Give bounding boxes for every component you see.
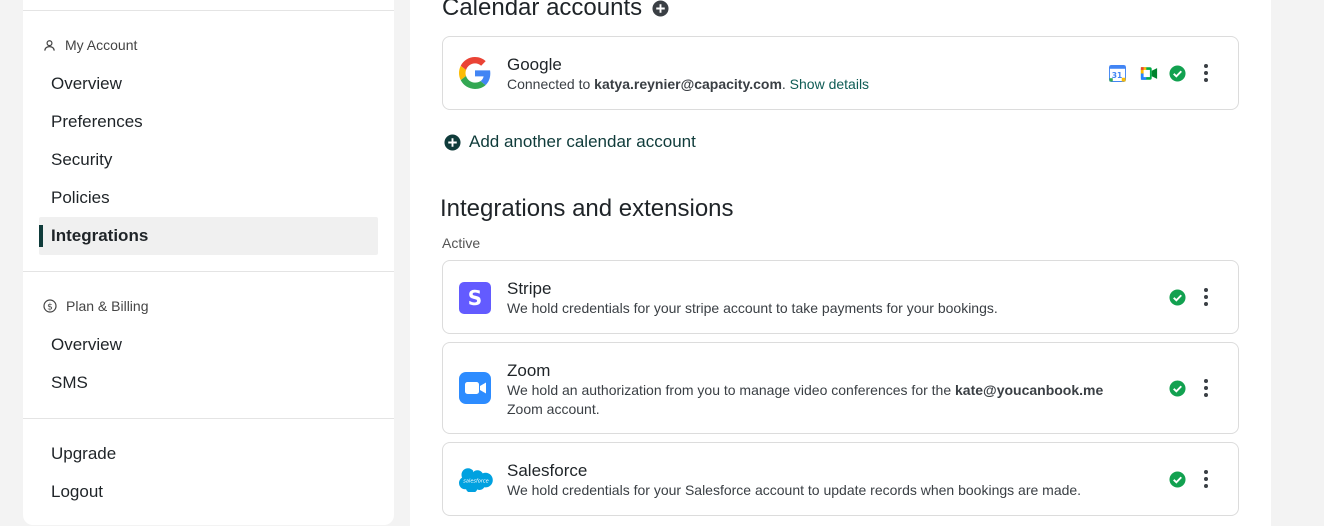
svg-text:31: 31	[1112, 71, 1123, 80]
svg-text:$: $	[47, 302, 53, 312]
more-options-icon[interactable]	[1198, 469, 1214, 489]
salesforce-logo-text: salesforce	[463, 479, 488, 485]
sidebar-item-label: Integrations	[51, 226, 149, 245]
stripe-logo-icon: S	[459, 282, 491, 314]
salesforce-name: Salesforce	[507, 461, 588, 480]
zoom-description-suffix: Zoom account.	[507, 401, 600, 417]
sidebar-item-preferences[interactable]: Preferences	[39, 103, 378, 141]
more-options-icon[interactable]	[1198, 378, 1214, 398]
plan-billing-section-header: $ Plan & Billing	[43, 298, 149, 314]
my-account-label: My Account	[65, 37, 138, 53]
connected-email: katya.reynier@capacity.com	[594, 76, 782, 92]
stripe-integration-card: S Stripe We hold credentials for your st…	[442, 260, 1239, 334]
stripe-name: Stripe	[507, 279, 552, 298]
main-panel: Calendar accounts Google Connected to ka…	[410, 0, 1271, 526]
sidebar-item-policies[interactable]: Policies	[39, 179, 378, 217]
plan-billing-label: Plan & Billing	[66, 298, 149, 314]
salesforce-integration-card: salesforce Salesforce We hold credential…	[442, 442, 1239, 516]
sidebar-item-label: Policies	[51, 188, 110, 207]
zoom-logo-icon	[459, 372, 491, 404]
google-account-card: Google Connected to katya.reynier@capaci…	[442, 36, 1239, 110]
zoom-description-prefix: We hold an authorization from you to man…	[507, 382, 956, 398]
check-icon	[1169, 289, 1186, 306]
sidebar-item-label: Overview	[51, 74, 122, 93]
dollar-circle-icon: $	[43, 299, 57, 313]
add-calendar-icon[interactable]	[652, 0, 669, 17]
sidebar-item-upgrade[interactable]: Upgrade	[39, 435, 378, 473]
check-icon	[1169, 471, 1186, 488]
sidebar-item-overview[interactable]: Overview	[39, 65, 378, 103]
sidebar-item-label: Upgrade	[51, 444, 117, 463]
google-meet-icon	[1140, 67, 1158, 80]
sidebar-divider	[23, 10, 394, 11]
show-details-link[interactable]: Show details	[790, 76, 869, 92]
more-options-icon[interactable]	[1198, 63, 1214, 83]
more-options-icon[interactable]	[1198, 287, 1214, 307]
sidebar-divider	[23, 271, 394, 272]
sidebar-item-billing-overview[interactable]: Overview	[39, 326, 378, 364]
google-account-name: Google	[507, 55, 562, 74]
my-account-section-header: My Account	[43, 37, 137, 53]
sidebar-item-sms[interactable]: SMS	[39, 364, 378, 402]
zoom-integration-card: Zoom We hold an authorization from you t…	[442, 342, 1239, 434]
user-icon	[44, 39, 55, 51]
google-connection-status: Connected to katya.reynier@capacity.com.…	[507, 75, 869, 94]
active-section-label: Active	[442, 235, 481, 251]
sidebar-item-logout[interactable]: Logout	[39, 473, 378, 511]
stripe-description: We hold credentials for your stripe acco…	[507, 300, 998, 316]
add-calendar-account-label: Add another calendar account	[469, 132, 696, 151]
connected-separator: .	[781, 76, 786, 92]
check-icon	[1169, 65, 1186, 82]
sidebar-item-label: Security	[51, 150, 113, 169]
svg-text:S: S	[468, 286, 482, 310]
integrations-heading: Integrations and extensions	[440, 195, 734, 222]
google-logo-icon	[459, 57, 491, 89]
salesforce-description: We hold credentials for your Salesforce …	[507, 482, 1082, 498]
sidebar: My Account Overview Preferences Security…	[23, 0, 394, 525]
plus-circle-icon	[444, 133, 461, 151]
google-calendar-icon: 31	[1109, 65, 1126, 82]
calendar-accounts-title: Calendar accounts	[442, 0, 643, 21]
sidebar-item-label: SMS	[51, 373, 88, 392]
sidebar-item-label: Preferences	[51, 112, 143, 131]
salesforce-logo-icon: salesforce	[459, 468, 493, 492]
sidebar-item-security[interactable]: Security	[39, 141, 378, 179]
calendar-accounts-heading: Calendar accounts	[442, 0, 669, 22]
connected-prefix: Connected to	[507, 76, 595, 92]
zoom-account-email: kate@youcanbook.me	[955, 382, 1104, 398]
sidebar-item-label: Logout	[51, 482, 103, 501]
check-icon	[1169, 380, 1186, 397]
sidebar-item-integrations[interactable]: Integrations	[39, 217, 378, 255]
sidebar-item-label: Overview	[51, 335, 122, 354]
sidebar-divider	[23, 418, 394, 419]
add-calendar-account-link[interactable]: Add another calendar account	[444, 132, 696, 152]
zoom-description: We hold an authorization from you to man…	[507, 381, 1157, 419]
zoom-name: Zoom	[507, 361, 551, 380]
